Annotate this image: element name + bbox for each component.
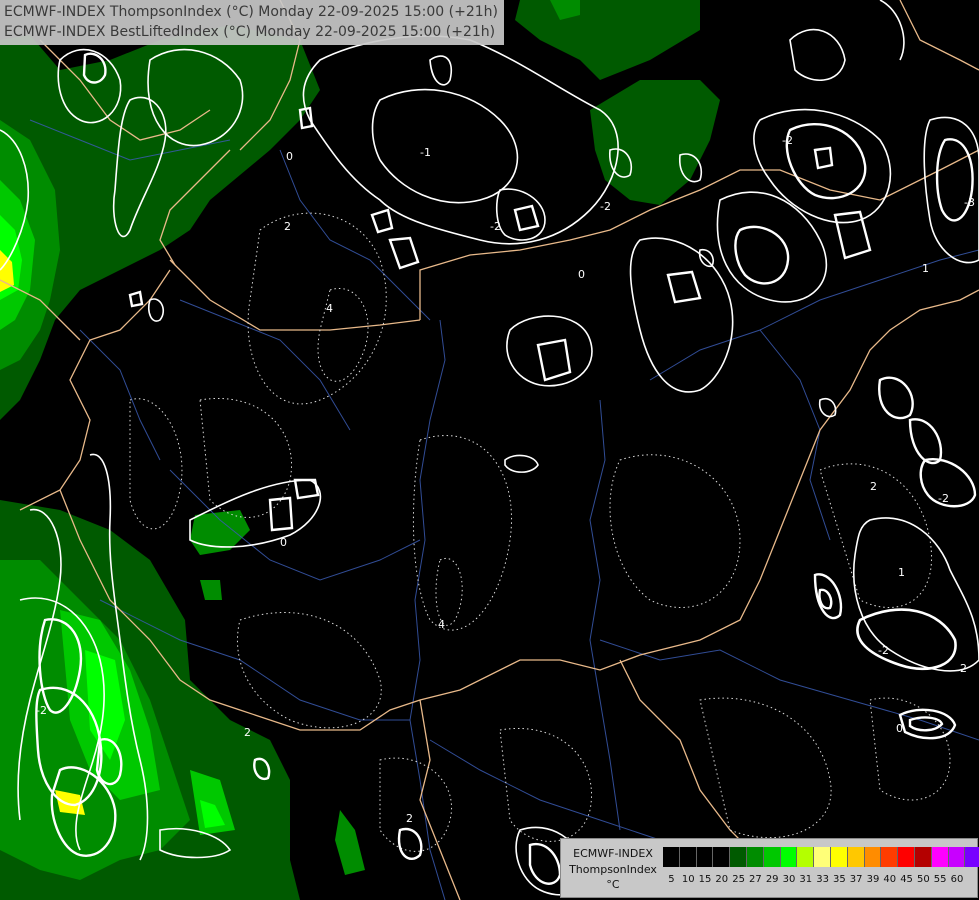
legend-tick-label: 10 — [681, 874, 695, 885]
contour-label: 1 — [898, 566, 905, 579]
legend-swatch — [763, 847, 781, 867]
contour-label: -2 — [36, 704, 47, 717]
contour-label: 0 — [286, 150, 293, 163]
legend-tick-label: 25 — [732, 874, 745, 885]
legend-swatches — [663, 847, 979, 867]
legend-tick-label: 60 — [950, 874, 964, 885]
contour-label: 1 — [922, 262, 929, 275]
legend-unit: °C — [606, 878, 620, 891]
contour-label: 0 — [896, 722, 903, 735]
contour-label: 4 — [326, 302, 333, 315]
title-line-thompson-index: ECMWF-INDEX ThompsonIndex (°C) Monday 22… — [4, 4, 498, 20]
contour-label: 2 — [244, 726, 251, 739]
contour-label: 4 — [438, 618, 445, 631]
legend-variable: ThompsonIndex — [569, 863, 657, 876]
legend-tick-label: 40 — [883, 874, 897, 885]
legend-swatch — [965, 847, 979, 867]
legend-swatch — [696, 847, 714, 867]
legend-tick-label: 20 — [715, 874, 729, 885]
legend-tick-label: 15 — [698, 874, 712, 885]
legend-swatch — [931, 847, 949, 867]
contour-label: 2 — [284, 220, 291, 233]
legend-swatch — [797, 847, 815, 867]
legend-tick-label — [965, 874, 979, 886]
title-line-best-lifted-index: ECMWF-INDEX BestLiftedIndex (°C) Monday … — [4, 24, 496, 40]
legend-tick-label: 45 — [900, 874, 913, 885]
legend-tick-label: 39 — [866, 874, 880, 885]
legend-swatch — [780, 847, 798, 867]
contour-label: -2 — [878, 644, 889, 657]
legend-swatch — [746, 847, 764, 867]
legend-swatch — [663, 847, 680, 867]
legend-tick-label: 27 — [749, 874, 762, 885]
legend-swatch — [881, 847, 899, 867]
color-legend: ECMWF-INDEX ThompsonIndex °C 5 10 15 20 25 27… — [560, 838, 979, 898]
legend-swatch — [814, 847, 831, 867]
weather-map: 0 -2 -2 2 4 0 -2 -3 -1 1 2 -2 -2 2 0 0 -… — [0, 0, 979, 900]
legend-tick-label: 31 — [799, 874, 813, 885]
contour-label: 0 — [578, 268, 585, 281]
map-title: ECMWF-INDEX ThompsonIndex (°C) Monday 22… — [0, 0, 504, 45]
legend-swatch — [830, 847, 848, 867]
contour-label: -2 — [938, 492, 949, 505]
legend-tick-label: 35 — [833, 874, 846, 885]
contour-label: -2 — [600, 200, 611, 213]
legend-swatch — [713, 847, 731, 867]
legend-swatch — [898, 847, 915, 867]
legend-ticks: 5 10 15 20 25 27 29 30 31 33 35 37 39 40 45 50 55 60 — [663, 874, 979, 886]
legend-swatch — [914, 847, 932, 867]
legend-swatch — [864, 847, 882, 867]
contour-label: -2 — [782, 134, 793, 147]
contour-label: 2 — [960, 662, 967, 675]
legend-tick-label: 55 — [933, 874, 947, 885]
contour-label: 0 — [280, 536, 287, 549]
legend-swatch — [948, 847, 966, 867]
legend-swatch — [730, 847, 747, 867]
legend-tick-label: 30 — [782, 874, 796, 885]
legend-tick-label: 37 — [849, 874, 863, 885]
legend-tick-label: 29 — [765, 874, 779, 885]
legend-tick-label: 5 — [668, 874, 675, 885]
legend-swatch — [679, 847, 697, 867]
contour-label: -1 — [420, 146, 431, 159]
contour-label: 2 — [406, 812, 413, 825]
contour-label: 2 — [870, 480, 877, 493]
legend-swatch — [847, 847, 865, 867]
contour-label: -2 — [490, 220, 501, 233]
legend-tick-label: 33 — [816, 874, 829, 885]
contour-label: -3 — [964, 196, 975, 209]
legend-tick-label: 50 — [916, 874, 930, 885]
legend-model: ECMWF-INDEX — [573, 847, 653, 860]
